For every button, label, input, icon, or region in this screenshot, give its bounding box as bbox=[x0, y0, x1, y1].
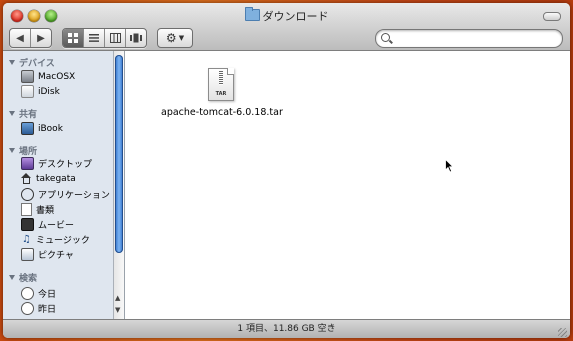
icon-view-button[interactable] bbox=[63, 29, 84, 47]
sidebar-scrollbar[interactable]: ▲ ▼ bbox=[113, 51, 124, 319]
home-icon bbox=[21, 173, 32, 184]
clock-icon bbox=[21, 287, 34, 300]
search-field[interactable] bbox=[375, 29, 563, 48]
sidebar-scroll-thumb[interactable] bbox=[115, 55, 123, 253]
column-view-button[interactable] bbox=[105, 29, 126, 47]
back-arrow-icon: ◀ bbox=[16, 32, 24, 44]
sidebar-item-macosx[interactable]: MacOSX bbox=[21, 70, 75, 83]
file-item[interactable]: TAR apache-tomcat-6.0.18.tar bbox=[161, 68, 283, 118]
disclosure-triangle-icon bbox=[9, 148, 15, 153]
idisk-icon bbox=[21, 85, 34, 98]
window-title-area: ダウンロード bbox=[3, 7, 570, 24]
file-type-badge: TAR bbox=[215, 91, 227, 97]
view-mode-control bbox=[62, 28, 147, 48]
status-text: 1 項目、11.86 GB 空き bbox=[237, 324, 336, 334]
folder-icon bbox=[244, 7, 260, 21]
sidebar-item-ibook[interactable]: iBook bbox=[21, 122, 63, 135]
list-view-icon bbox=[89, 34, 99, 42]
search-icon bbox=[381, 33, 390, 42]
forward-button[interactable]: ▶ bbox=[31, 29, 51, 47]
sidebar-item-today[interactable]: 今日 bbox=[21, 287, 56, 300]
resize-grip-icon[interactable] bbox=[558, 328, 567, 337]
toolbar-toggle-button[interactable] bbox=[543, 12, 561, 21]
action-menu-button[interactable]: ⚙ ▼ bbox=[157, 28, 193, 48]
icon-view-icon bbox=[68, 33, 78, 43]
applications-icon bbox=[21, 188, 34, 201]
sidebar: デバイス MacOSX iDisk 共有 iBook 場所 デスクトップ tak… bbox=[3, 51, 114, 319]
chevron-down-icon: ▼ bbox=[178, 34, 185, 42]
back-forward-control: ◀ ▶ bbox=[9, 28, 52, 48]
music-icon: ♫ bbox=[21, 234, 32, 245]
zipper-graphic bbox=[219, 71, 223, 85]
disclosure-triangle-icon bbox=[9, 275, 15, 280]
file-browser-area[interactable]: TAR apache-tomcat-6.0.18.tar bbox=[125, 51, 570, 319]
sidebar-item-yesterday[interactable]: 昨日 bbox=[21, 302, 56, 315]
tar-archive-icon: TAR bbox=[208, 68, 234, 101]
status-bar: 1 項目、11.86 GB 空き bbox=[3, 319, 570, 338]
hard-disk-icon bbox=[21, 70, 34, 83]
coverflow-view-icon bbox=[130, 33, 142, 43]
disclosure-triangle-icon bbox=[9, 60, 15, 65]
desktop-icon bbox=[21, 157, 34, 170]
window-title: ダウンロード bbox=[262, 10, 329, 23]
mouse-pointer-icon bbox=[445, 159, 454, 173]
sidebar-section-devices[interactable]: デバイス bbox=[9, 56, 55, 69]
pictures-icon bbox=[21, 248, 34, 261]
file-name: apache-tomcat-6.0.18.tar bbox=[161, 107, 283, 118]
gear-icon: ⚙ bbox=[165, 31, 177, 45]
sidebar-item-home[interactable]: takegata bbox=[21, 173, 76, 184]
back-button[interactable]: ◀ bbox=[10, 29, 31, 47]
search-input[interactable] bbox=[394, 31, 558, 46]
clock-icon bbox=[21, 302, 34, 315]
sidebar-item-applications[interactable]: アプリケーション bbox=[21, 188, 110, 201]
sidebar-section-search[interactable]: 検索 bbox=[9, 271, 37, 284]
scroll-down-icon[interactable]: ▼ bbox=[115, 306, 120, 314]
titlebar: ダウンロード ◀ ▶ ⚙ ▼ bbox=[3, 3, 570, 51]
sidebar-item-pictures[interactable]: ピクチャ bbox=[21, 248, 74, 261]
movies-icon bbox=[21, 218, 34, 231]
sidebar-item-documents[interactable]: 書類 bbox=[21, 203, 54, 216]
coverflow-view-button[interactable] bbox=[126, 29, 146, 47]
sidebar-item-music[interactable]: ♫ ミュージック bbox=[21, 233, 90, 246]
disclosure-triangle-icon bbox=[9, 111, 15, 116]
list-view-button[interactable] bbox=[84, 29, 105, 47]
finder-window: ダウンロード ◀ ▶ ⚙ ▼ デバイス MacOSX iDisk 共有 iBoo… bbox=[3, 3, 570, 338]
laptop-icon bbox=[21, 122, 34, 135]
sidebar-item-movies[interactable]: ムービー bbox=[21, 218, 74, 231]
forward-arrow-icon: ▶ bbox=[37, 32, 45, 44]
scroll-up-icon[interactable]: ▲ bbox=[115, 294, 120, 302]
sidebar-section-shared[interactable]: 共有 bbox=[9, 107, 37, 120]
sidebar-item-desktop[interactable]: デスクトップ bbox=[21, 157, 92, 170]
sidebar-item-idisk[interactable]: iDisk bbox=[21, 85, 60, 98]
sidebar-section-places[interactable]: 場所 bbox=[9, 144, 37, 157]
documents-icon bbox=[21, 203, 32, 216]
column-view-icon bbox=[109, 33, 121, 43]
